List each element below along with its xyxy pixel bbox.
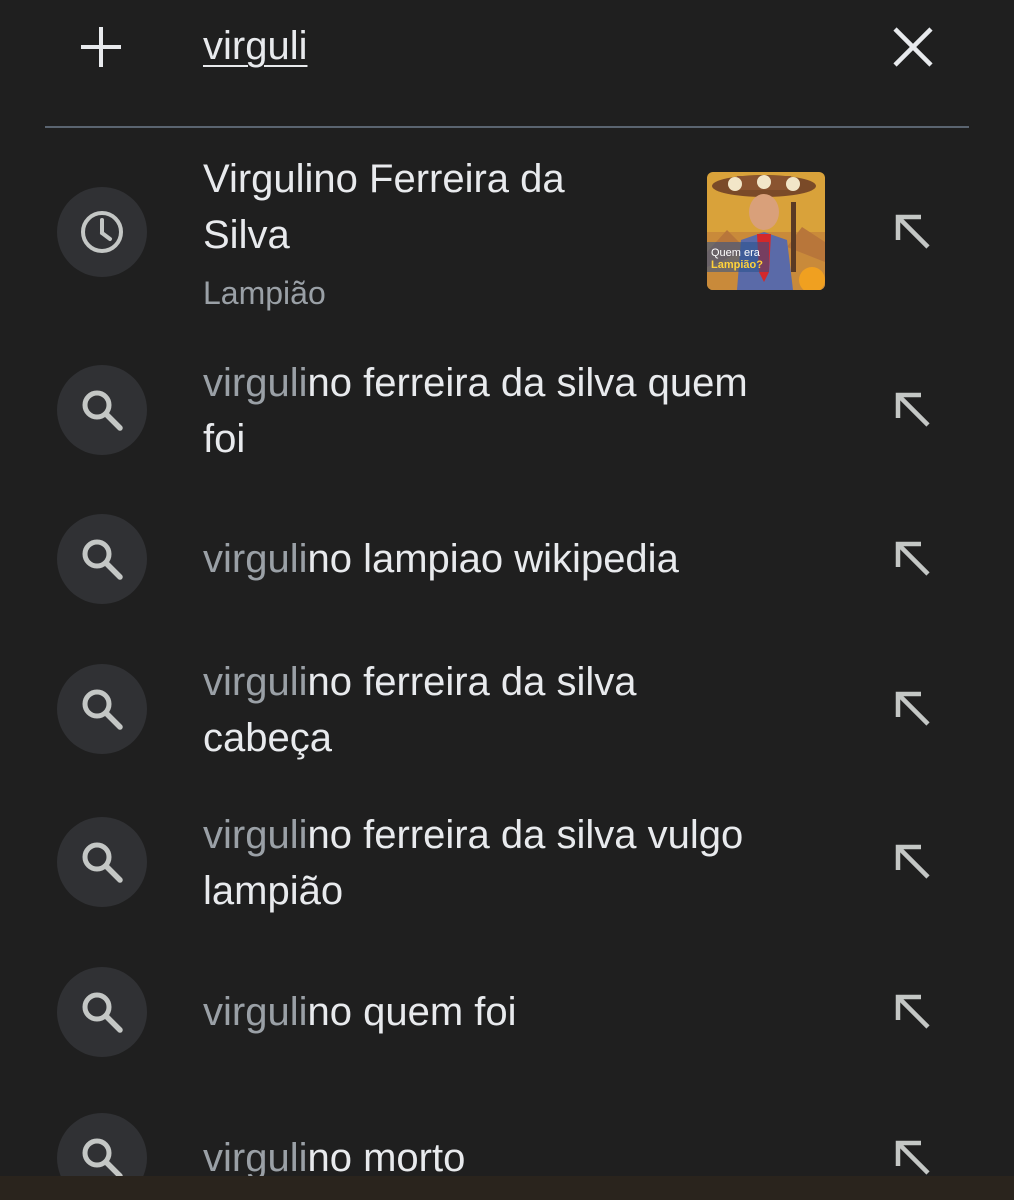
fill-query-button[interactable] [874,1119,952,1176]
search-icon [82,992,123,1033]
arrow-up-left-icon [895,214,930,249]
search-icon [82,842,123,883]
search-divider [45,126,969,128]
arrow-up-left-icon [895,691,930,726]
suggestion-row-history[interactable]: Virgulino Ferreira da Silva Lampião Quem… [0,145,1014,320]
suggestion-line-1: virgulino ferreira da silva [203,654,637,710]
arrow-up-left-icon [895,844,930,879]
suggestion-line-1: virgulino lampiao wikipedia [203,531,679,587]
search-icon-circle [57,967,147,1057]
suggestion-line-2: foi [203,417,246,461]
suggestion-row[interactable]: virgulino ferreira da silva vulgo lampiã… [0,807,1014,919]
suggestion-line-1: virgulino ferreira da silva vulgo [203,807,743,863]
search-bar: virguli [0,0,1014,126]
search-icon-circle [57,1113,147,1176]
arrow-up-left-icon [895,392,930,427]
suggestion-line-2: cabeça [203,716,332,760]
suggestion-line-1: virgulino ferreira da silva quem [203,355,748,411]
suggestion-row[interactable]: virgulino lampiao wikipedia [0,514,1014,604]
matched-prefix: virguli [203,1136,308,1176]
fill-query-button[interactable] [874,371,952,449]
suggestion-line-1: Virgulino Ferreira da [203,157,565,201]
suggestion-row[interactable]: virgulino ferreira da silva cabeça [0,654,1014,766]
matched-prefix: virguli [203,361,308,405]
completion-text: no ferreira da silva quem [307,361,748,405]
suggestion-line-1: virgulino quem foi [203,984,517,1040]
history-clock-icon [81,211,123,253]
fill-query-button[interactable] [874,823,952,901]
fill-query-button[interactable] [874,193,952,271]
matched-prefix: virguli [203,813,308,857]
suggestion-line-1: virgulino morto [203,1130,465,1176]
history-icon-circle [57,187,147,277]
search-input[interactable]: virguli [203,18,307,74]
bottom-edge-bar [0,1176,1014,1200]
close-icon [893,27,933,67]
search-icon-circle [57,817,147,907]
fill-query-button[interactable] [874,670,952,748]
search-icon [82,390,123,431]
completion-text: no morto [307,1136,466,1176]
search-icon [82,539,123,580]
suggestion-row[interactable]: virgulino ferreira da silva quem foi [0,355,1014,467]
fill-query-button[interactable] [874,973,952,1051]
plus-icon [81,27,121,67]
thumbnail-caption-1: Quem era [711,247,761,259]
completion-text: no ferreira da silva vulgo [307,813,744,857]
suggestion-row[interactable]: virgulino morto [0,1113,1014,1176]
search-icon [82,689,123,730]
suggestion-thumbnail: Quem era Lampião? [707,172,825,290]
matched-prefix: virguli [203,990,308,1034]
search-icon-circle [57,365,147,455]
arrow-up-left-icon [895,1140,930,1175]
arrow-up-left-icon [895,994,930,1029]
arrow-up-left-icon [895,541,930,576]
completion-text: no ferreira da silva [307,660,637,704]
completion-text: no lampiao wikipedia [307,537,679,581]
clear-button[interactable] [882,16,944,78]
search-icon [82,1138,123,1176]
add-button[interactable] [70,16,132,78]
completion-text: no quem foi [307,990,517,1034]
suggestion-row[interactable]: virgulino quem foi [0,967,1014,1057]
fill-query-button[interactable] [874,520,952,598]
matched-prefix: virguli [203,660,308,704]
suggestion-subtitle: Lampião [203,275,326,311]
suggestion-line-2: lampião [203,869,344,913]
matched-prefix: virguli [203,537,308,581]
suggestion-line-2: Silva [203,213,290,257]
thumbnail-caption-2: Lampião? [711,259,763,271]
search-icon-circle [57,664,147,754]
search-icon-circle [57,514,147,604]
